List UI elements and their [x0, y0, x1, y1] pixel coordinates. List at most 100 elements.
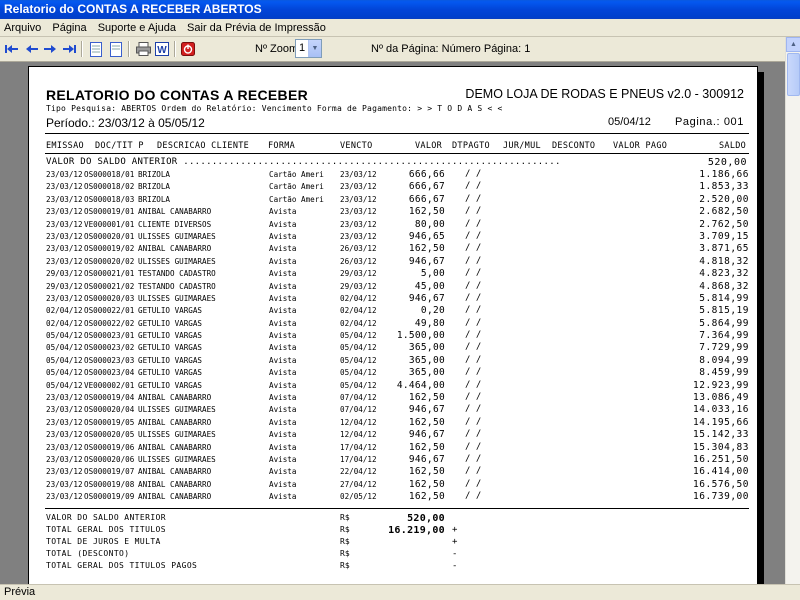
- prev-page-icon[interactable]: [23, 40, 41, 58]
- cell-forma: Cartão Ameri: [269, 182, 324, 192]
- cell-saldo: 15.142,33: [693, 429, 749, 441]
- total-label: TOTAL DE JUROS E MULTA: [46, 537, 161, 546]
- cell-cliente: BRIZOLA: [138, 182, 171, 192]
- cell-emissao: 23/03/12: [46, 430, 83, 440]
- cell-cliente: TESTANDO CADASTRO: [138, 269, 216, 279]
- cell-cliente: ULISSES GUIMARAES: [138, 231, 216, 241]
- cell-vencto: 23/03/12: [340, 194, 377, 204]
- cell-saldo: 1.853,33: [699, 181, 749, 193]
- cell-emissao: 23/03/12: [46, 207, 83, 217]
- zoom-select[interactable]: 1 ▼: [295, 39, 322, 58]
- cell-vencto: 23/03/12: [340, 219, 377, 229]
- cell-valor: 946,65: [408, 230, 445, 242]
- cell-dtpagto: / /: [465, 478, 482, 489]
- cell-cliente: ANIBAL CANABARRO: [138, 442, 212, 452]
- cell-dtpagto: / /: [465, 404, 482, 415]
- cell-dtpagto: / /: [465, 169, 482, 179]
- status-bar: Prévia: [0, 584, 800, 600]
- total-row: VALOR DO SALDO ANTERIOR R$ 520,00: [29, 513, 759, 525]
- cell-emissao: 23/03/12: [46, 454, 83, 464]
- cell-valor: 1.500,00: [396, 330, 445, 342]
- cell-emissao: 23/03/12: [46, 405, 83, 415]
- cell-valor: 666,67: [408, 193, 445, 205]
- table-row: 23/03/12 OS000019/09 ANIBAL CANABARRO Avist…: [29, 491, 759, 503]
- total-row: TOTAL DE JUROS E MULTA R$ +: [29, 537, 759, 549]
- col-descricao: DESCRICAO CLIENTE: [157, 141, 250, 151]
- word-icon[interactable]: W: [153, 40, 171, 58]
- cell-vencto: 23/03/12: [340, 231, 377, 241]
- divider: [45, 508, 749, 509]
- total-value: 16.219,00: [388, 525, 445, 536]
- menu-pagina[interactable]: Página: [48, 19, 90, 37]
- table-row: 23/03/12 OS000020/01 ULISSES GUIMARAES Avis…: [29, 231, 759, 243]
- table-row: 23/03/12 OS000018/01 BRIZOLA Cartão Ameri 23…: [29, 169, 759, 181]
- total-currency: R$: [340, 537, 350, 546]
- table-row: 23/03/12 OS000020/06 ULISSES GUIMARAES Avis…: [29, 454, 759, 466]
- cell-saldo: 15.304,83: [693, 441, 749, 453]
- total-label: TOTAL (DESCONTO): [46, 549, 130, 558]
- cell-saldo: 12.923,99: [693, 379, 749, 391]
- chevron-down-icon[interactable]: ▼: [308, 40, 321, 57]
- cell-cliente: CLIENTE DIVERSOS: [138, 219, 212, 229]
- cell-valor: 666,67: [408, 181, 445, 193]
- next-page-icon[interactable]: [41, 40, 59, 58]
- menu-suporte-ajuda[interactable]: Suporte e Ajuda: [94, 19, 180, 37]
- cell-vencto: 29/03/12: [340, 269, 377, 279]
- toolbar-separator: [174, 41, 176, 57]
- page-icon[interactable]: [87, 40, 105, 58]
- last-page-icon[interactable]: [60, 40, 78, 58]
- total-sign: +: [452, 525, 458, 535]
- col-forma: FORMA: [268, 141, 296, 151]
- cell-valor: 162,50: [408, 392, 445, 404]
- cell-emissao: 29/03/12: [46, 281, 83, 291]
- cell-valor: 946,67: [408, 429, 445, 441]
- cell-forma: Avista: [269, 219, 297, 229]
- table-row: 23/03/12 OS000019/04 ANIBAL CANABARRO Avist…: [29, 392, 759, 404]
- table-row: 23/03/12 OS000018/02 BRIZOLA Cartão Ameri 23…: [29, 181, 759, 193]
- cell-saldo: 2.762,50: [699, 218, 749, 230]
- cell-dtpagto: / /: [465, 255, 482, 266]
- cell-forma: Avista: [269, 281, 297, 291]
- cell-doc: OS000018/03: [84, 194, 135, 204]
- divider: [45, 133, 749, 134]
- page-icon[interactable]: [107, 40, 125, 58]
- cell-vencto: 07/04/12: [340, 393, 377, 403]
- total-row: TOTAL GERAL DOS TITULOS R$ 16.219,00 +: [29, 525, 759, 537]
- cell-cliente: ANIBAL CANABARRO: [138, 492, 212, 502]
- cell-doc: OS000020/02: [84, 256, 135, 266]
- cell-vencto: 05/04/12: [340, 343, 377, 353]
- cell-emissao: 02/04/12: [46, 318, 83, 328]
- company-name: DEMO LOJA DE RODAS E PNEUS v2.0 - 300912: [465, 87, 744, 101]
- cell-vencto: 05/04/12: [340, 380, 377, 390]
- cell-cliente: GETULIO VARGAS: [138, 368, 203, 378]
- menu-sair-previa[interactable]: Sair da Prévia de Impressão: [183, 19, 330, 37]
- exit-icon[interactable]: [179, 40, 197, 58]
- menu-arquivo[interactable]: Arquivo: [0, 19, 45, 37]
- cell-saldo: 3.709,15: [699, 230, 749, 242]
- scroll-thumb[interactable]: [787, 53, 800, 96]
- cell-cliente: GETULIO VARGAS: [138, 318, 203, 328]
- print-icon[interactable]: [134, 40, 152, 58]
- table-row: 23/03/12 OS000019/05 ANIBAL CANABARRO Avist…: [29, 417, 759, 429]
- cell-vencto: 07/04/12: [340, 405, 377, 415]
- cell-forma: Avista: [269, 492, 297, 502]
- cell-vencto: 26/03/12: [340, 244, 377, 254]
- cell-saldo: 4.818,32: [699, 255, 749, 267]
- cell-dtpagto: / /: [465, 330, 482, 341]
- status-text: Prévia: [4, 586, 36, 598]
- scroll-up-icon[interactable]: ▲: [786, 37, 800, 52]
- first-page-icon[interactable]: [3, 40, 21, 58]
- cell-emissao: 05/04/12: [46, 331, 83, 341]
- cell-dtpagto: / /: [465, 193, 482, 204]
- col-dtpagto: DTPAGTO: [452, 141, 490, 151]
- cell-saldo: 7.729,99: [699, 342, 749, 354]
- vertical-scrollbar[interactable]: ▲: [785, 37, 800, 584]
- cell-forma: Avista: [269, 343, 297, 353]
- cell-saldo: 14.195,66: [693, 416, 749, 428]
- cell-cliente: ULISSES GUIMARAES: [138, 405, 216, 415]
- cell-dtpagto: / /: [465, 466, 482, 477]
- cell-emissao: 02/04/12: [46, 306, 83, 316]
- cell-doc: OS000020/06: [84, 454, 135, 464]
- cell-valor: 946,67: [408, 404, 445, 416]
- report-period: Período.: 23/03/12 à 05/05/12: [46, 116, 205, 130]
